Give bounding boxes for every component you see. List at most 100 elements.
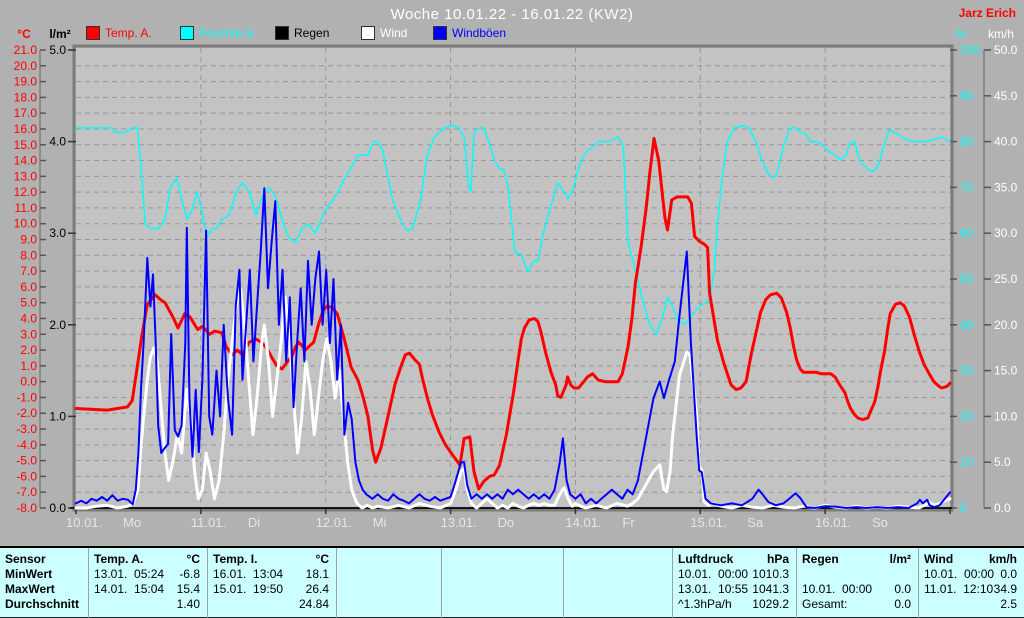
axis-tick-label: -7.0 [16, 485, 37, 499]
axis-tick-label: 50 [960, 272, 974, 286]
axis-tick-label: 20.0 [14, 59, 38, 73]
axis-tick-label: 3.0 [20, 327, 37, 341]
axis-tick-label: 10.0 [994, 409, 1018, 423]
axis-tick-label: Fr [622, 515, 635, 530]
axis-tick-label: 1.0 [49, 409, 66, 423]
axis-tick-label: 25.0 [994, 272, 1018, 286]
stats-row-labels: Sensor MinWert MaxWert Durchschnitt [0, 548, 88, 618]
axis-tick-label: 10.0 [14, 217, 38, 231]
axis-tick-label: 12.0 [14, 185, 38, 199]
stats-value-row: 15.01. 19:50 26.4 [213, 582, 329, 596]
axis-tick-label: 12.01. [316, 515, 352, 530]
axis-tick-label: -8.0 [16, 501, 37, 515]
axis-tick-label: 0.0 [994, 501, 1011, 515]
stats-column-header: Wind km/h [924, 552, 1017, 566]
stats-column-header: Temp. I. °C [213, 552, 329, 566]
stats-value-row [569, 597, 665, 612]
axis-tick-label: 0.0 [20, 375, 37, 389]
stats-column-header: Temp. A. °C [94, 552, 200, 566]
axis-tick-label: 20.0 [994, 318, 1018, 332]
axis-tick-label: -2.0 [16, 406, 37, 420]
axis-tick-label: 20 [960, 409, 974, 423]
axis-tick-label: 0.0 [49, 501, 66, 515]
axis-tick-label: 35.0 [994, 180, 1018, 194]
axis-tick-label: 10 [960, 455, 974, 469]
axis-tick-label: 45.0 [994, 89, 1018, 103]
axis-tick-label: 100 [960, 43, 980, 57]
stats-column-header [569, 552, 665, 567]
axis-tick-label: 1.0 [20, 359, 37, 373]
stats-value-row: 11.01. 12:10 34.9 [924, 582, 1017, 596]
stats-table: Sensor MinWert MaxWert Durchschnitt Temp. A.… [0, 546, 1024, 618]
stats-value-row [447, 567, 556, 582]
axis-tick-label: 13.0 [14, 169, 38, 183]
axis-tick-label: -5.0 [16, 454, 37, 468]
stats-column-temp-a-: Temp. A. °C 13.01. 05:24 -6.8 14.01. 15:04 15… [88, 548, 207, 618]
stats-value-row: 10.01. 00:00 1010.3 [678, 567, 789, 581]
stats-column-temp-i-: Temp. I. °C 16.01. 13:04 18.1 15.01. 19:50 26… [207, 548, 336, 618]
axis-tick-label: 90 [960, 89, 974, 103]
stats-value-row: 2.5 [1000, 597, 1017, 611]
axis-tick-label: 21.0 [14, 43, 38, 57]
axis-tick-label: -1.0 [16, 390, 37, 404]
axis-tick-label: 70 [960, 180, 974, 194]
weather-chart: 21.0 20.0 19.018.0 17.0 16.0 15.0 14.013.0 12.0… [14, 43, 1018, 530]
stats-column-regen: Regen l/m² 10.01. 00:00 0.0 Gesamt: 0.0 [796, 548, 918, 618]
axis-tick-label: 3.0 [49, 226, 66, 240]
axis-tick-label: 50.0 [994, 43, 1018, 57]
axis-tick-label: -6.0 [16, 469, 37, 483]
axis-tick-label: 40 [960, 318, 974, 332]
axis-tick-label: 9.0 [20, 233, 37, 247]
axis-tick-label: 18.0 [14, 90, 38, 104]
stats-row-label: Sensor [5, 552, 46, 566]
stats-column-empty [563, 548, 672, 618]
axis-tick-label: Do [498, 515, 515, 530]
axis-tick-label: 60 [960, 226, 974, 240]
stats-value-row [569, 582, 665, 597]
axis-tick-label: 14.01. [565, 515, 601, 530]
axis-tick-label: 16.01. [815, 515, 851, 530]
axis-tick-label: 0 [960, 501, 967, 515]
axis-tick-label: -4.0 [16, 438, 37, 452]
stats-column-header [342, 552, 434, 567]
stats-value-row: 10.01. 00:00 0.0 [802, 582, 911, 596]
stats-value-row: 1.40 [176, 597, 200, 611]
axis-tick-label: 4.0 [20, 311, 37, 325]
stats-column-header: Luftdruck hPa [678, 552, 789, 566]
stats-row-label: MinWert [5, 567, 53, 581]
axis-tick-label: 15.0 [994, 364, 1018, 378]
stats-column-wind: Wind km/h 10.01. 00:00 0.0 11.01. 12:10 34.9 2… [918, 548, 1024, 618]
axis-tick-label: 30 [960, 364, 974, 378]
axis-tick-label: 8.0 [20, 248, 37, 262]
axis-tick-label: 2.0 [20, 343, 37, 357]
stats-column-header [447, 552, 556, 567]
stats-value-row [342, 597, 434, 612]
axis-tick-label: 11.0 [15, 201, 38, 215]
axis-tick-label: 15.0 [14, 138, 38, 152]
stats-value-row [342, 582, 434, 597]
axis-tick-label: Sa [747, 515, 764, 530]
stats-value-row [447, 582, 556, 597]
axis-tick-label: Di [248, 515, 260, 530]
stats-value-row [569, 567, 665, 582]
stats-row-label: Durchschnitt [5, 597, 80, 611]
stats-column-luftdruck: Luftdruck hPa 10.01. 00:00 1010.3 13.01. 10:… [672, 548, 796, 618]
stats-value-row: 13.01. 10:55 1041.3 [678, 582, 789, 596]
stats-value-row [802, 567, 911, 582]
axis-tick-label: 15.01. [690, 515, 726, 530]
axis-tick-label: So [872, 515, 888, 530]
axis-tick-label: 17.0 [14, 106, 38, 120]
stats-value-row: 13.01. 05:24 -6.8 [94, 567, 200, 581]
axis-tick-label: 19.0 [14, 75, 38, 89]
axis-tick-label: 5.0 [994, 455, 1011, 469]
stats-value-row: Gesamt: 0.0 [802, 597, 911, 611]
weather-station-window: Woche 10.01.22 - 16.01.22 (KW2) Jarz Eri… [0, 0, 1024, 618]
stats-value-row [447, 597, 556, 612]
stats-value-row: 24.84 [298, 597, 329, 611]
axis-tick-label: 10.01. [66, 515, 102, 530]
axis-tick-label: 30.0 [994, 226, 1018, 240]
axis-tick-label: -3.0 [16, 422, 37, 436]
stats-column-header: Regen l/m² [802, 552, 911, 566]
axis-tick-label: 7.0 [20, 264, 37, 278]
axis-tick-label: 2.0 [49, 318, 66, 332]
